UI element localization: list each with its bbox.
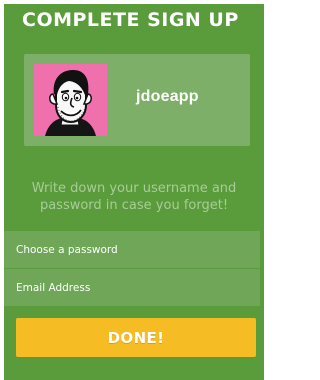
hint-text: Write down your username and password in… xyxy=(31,181,237,213)
username-text: jdoeapp xyxy=(136,88,199,105)
password-input[interactable] xyxy=(4,231,260,268)
done-button[interactable]: DONE! xyxy=(16,318,256,357)
email-input[interactable] xyxy=(4,269,260,306)
signup-screen: COMPLETE SIGN UP jdoeapp Write down your… xyxy=(4,4,264,380)
profile-card: jdoeapp xyxy=(24,54,250,146)
avatar xyxy=(34,64,107,136)
cartoon-man-avatar-icon xyxy=(34,64,107,136)
page-title: COMPLETE SIGN UP xyxy=(22,9,239,31)
